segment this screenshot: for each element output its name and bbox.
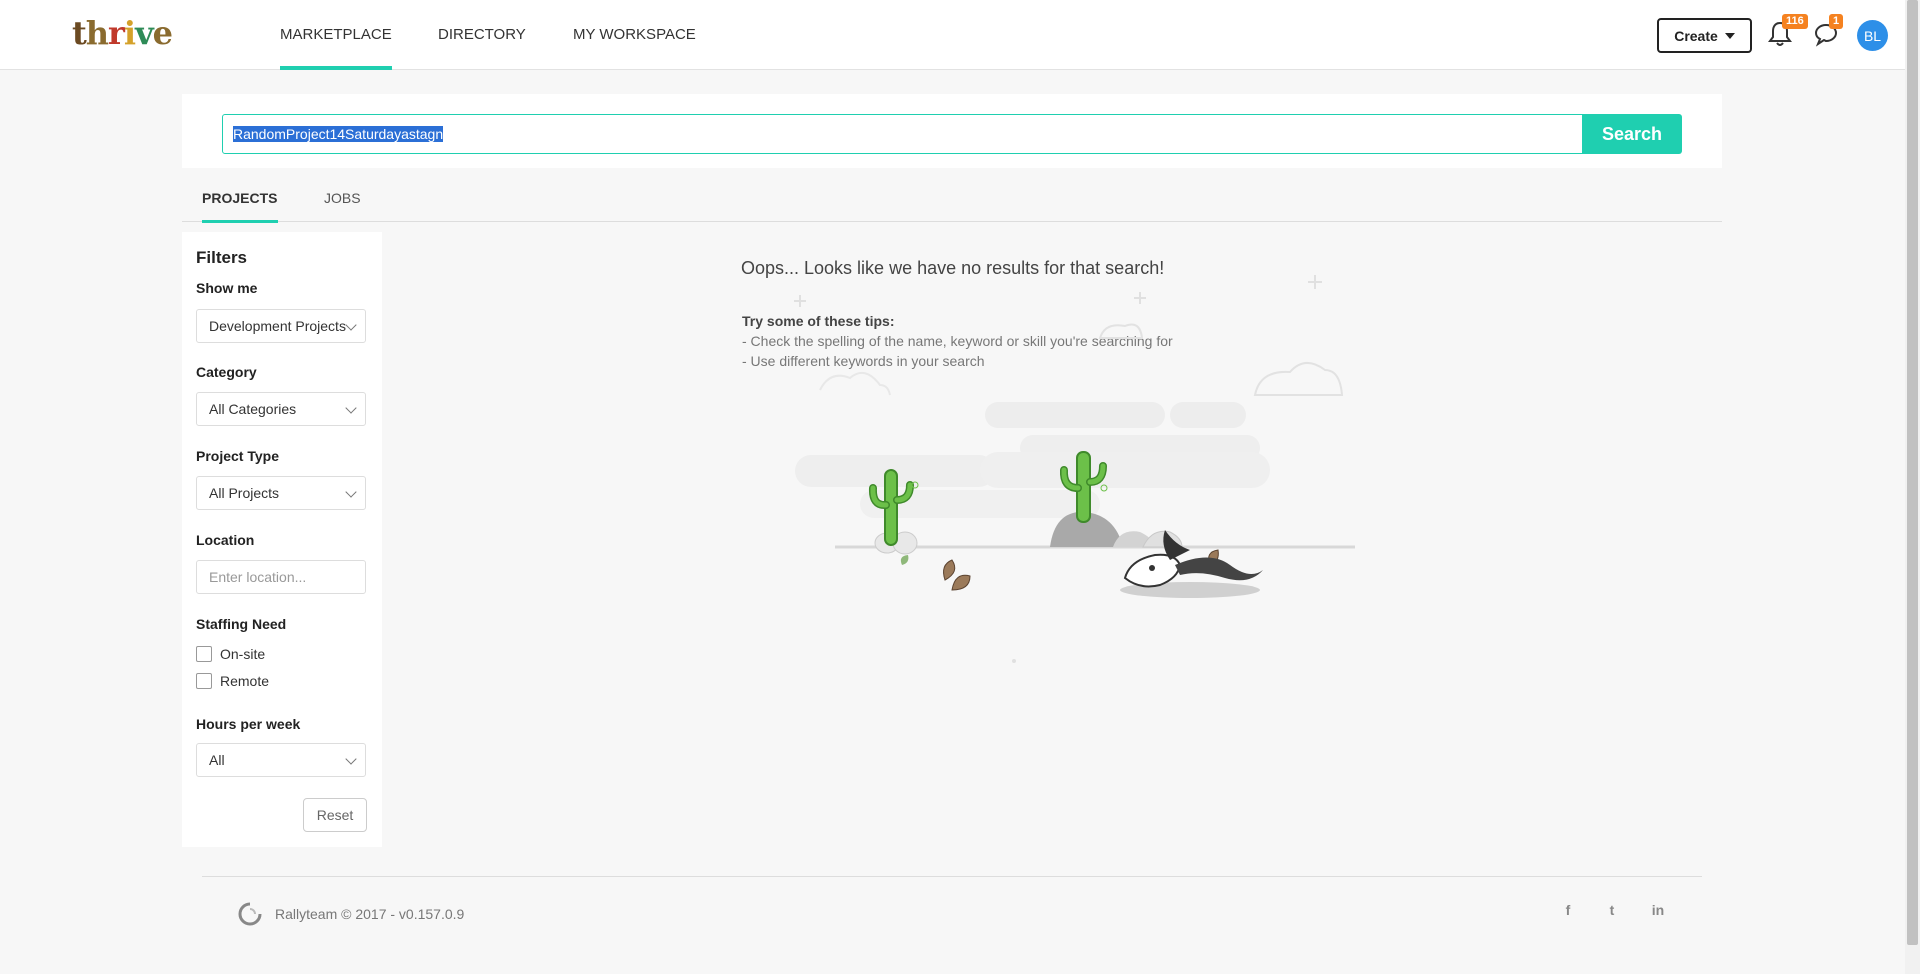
remote-checkbox[interactable]: Remote xyxy=(196,673,269,689)
footer-copyright: Rallyteam © 2017 - v0.157.0.9 xyxy=(275,906,465,922)
messages-badge: 1 xyxy=(1829,14,1844,29)
hours-value: All xyxy=(209,752,225,768)
search-input[interactable]: RandomProject14Saturdayastagn xyxy=(222,114,1595,154)
desert-illustration xyxy=(794,275,1355,663)
page-scrollbar[interactable] xyxy=(1905,0,1920,974)
footer-divider xyxy=(202,876,1702,877)
nav-tab-my-workspace[interactable]: MY WORKSPACE xyxy=(573,0,696,70)
thrive-logo[interactable]: thrive xyxy=(72,14,173,52)
nav-tab-directory[interactable]: DIRECTORY xyxy=(438,0,526,70)
tab-projects[interactable]: PROJECTS xyxy=(202,180,278,223)
rallyteam-logo-icon xyxy=(238,902,262,926)
linkedin-icon[interactable]: in xyxy=(1648,902,1668,918)
results-tabs: PROJECTS JOBS xyxy=(182,180,1722,223)
project-type-label: Project Type xyxy=(196,448,279,464)
tab-jobs[interactable]: JOBS xyxy=(324,180,361,222)
notifications-button[interactable]: 116 xyxy=(1768,14,1808,49)
scrollbar-thumb[interactable] xyxy=(1907,0,1918,945)
category-label: Category xyxy=(196,364,257,380)
top-navbar: thrive MARKETPLACE DIRECTORY MY WORKSPAC… xyxy=(0,0,1905,70)
create-button[interactable]: Create xyxy=(1657,18,1752,53)
chevron-down-icon xyxy=(345,402,357,414)
chevron-down-icon xyxy=(345,753,357,765)
staffing-need-label: Staffing Need xyxy=(196,616,287,632)
facebook-icon[interactable]: f xyxy=(1558,902,1578,918)
hours-per-week-label: Hours per week xyxy=(196,716,301,732)
user-avatar[interactable]: BL xyxy=(1857,20,1888,51)
remote-label: Remote xyxy=(220,673,270,689)
filters-panel: Filters Show me Development Projects Cat… xyxy=(182,232,382,847)
search-panel: RandomProject14Saturdayastagn Search xyxy=(182,94,1722,168)
hours-per-week-select[interactable]: All xyxy=(196,743,366,777)
twitter-icon[interactable]: t xyxy=(1602,902,1622,918)
onsite-checkbox[interactable]: On-site xyxy=(196,646,265,662)
notifications-badge: 116 xyxy=(1782,14,1808,29)
create-label: Create xyxy=(1674,27,1718,44)
project-type-select[interactable]: All Projects xyxy=(196,476,366,510)
show-me-value: Development Projects xyxy=(209,318,346,334)
messages-button[interactable]: 1 xyxy=(1813,14,1844,49)
show-me-label: Show me xyxy=(196,280,258,296)
nav-tab-marketplace[interactable]: MARKETPLACE xyxy=(280,0,392,70)
chevron-down-icon xyxy=(345,319,357,331)
checkbox-box[interactable] xyxy=(196,646,212,662)
search-query-text: RandomProject14Saturdayastagn xyxy=(233,126,444,142)
filters-title: Filters xyxy=(196,248,248,267)
caret-down-icon xyxy=(1724,32,1735,39)
reset-button[interactable]: Reset xyxy=(303,798,367,832)
checkbox-box[interactable] xyxy=(196,673,212,689)
onsite-label: On-site xyxy=(220,646,266,662)
category-select[interactable]: All Categories xyxy=(196,392,366,426)
search-button[interactable]: Search xyxy=(1582,114,1682,154)
show-me-select[interactable]: Development Projects xyxy=(196,309,366,343)
location-label: Location xyxy=(196,532,255,548)
chevron-down-icon xyxy=(345,486,357,498)
location-input[interactable] xyxy=(196,560,366,594)
category-value: All Categories xyxy=(209,401,297,417)
project-type-value: All Projects xyxy=(209,485,280,501)
